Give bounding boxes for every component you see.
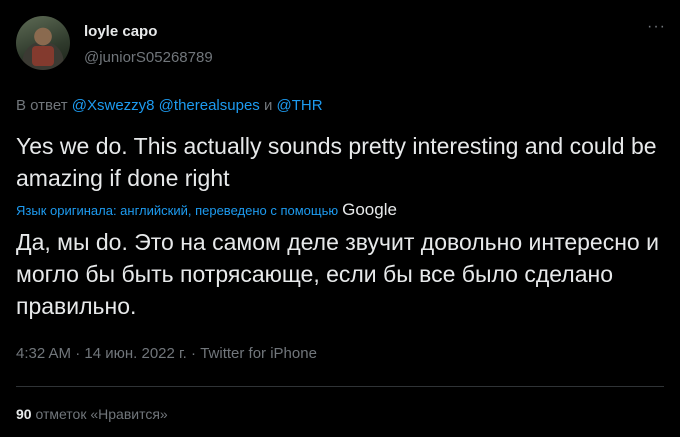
author-handle[interactable]: @juniorS05268789 (84, 49, 213, 66)
mention-link-therealsupes[interactable]: @therealsupes (159, 97, 260, 114)
more-options-icon[interactable]: ··· (647, 19, 666, 35)
translation-note: Язык оригинала: английский, переведено с… (16, 203, 339, 218)
translation-attribution[interactable]: Язык оригинала: английский, переведено с… (16, 200, 397, 220)
mention-link-thr[interactable]: @THR (277, 97, 323, 114)
google-logo: Google (342, 200, 397, 219)
meta-separator: · (191, 345, 197, 362)
mention-link-xswezzy8[interactable]: @Xswezzy8 (72, 97, 155, 114)
likes-label: отметок «Нравится» (35, 406, 168, 422)
tweet-text: Yes we do. This actually sounds pretty i… (16, 133, 657, 191)
author-display-name[interactable]: loyle capo (84, 23, 157, 40)
divider (16, 386, 664, 387)
tweet-date[interactable]: 14 июн. 2022 г. (84, 345, 186, 362)
meta-separator: · (75, 345, 81, 362)
reply-conjunction: и (263, 97, 273, 114)
reply-context: В ответ @Xswezzy8 @therealsupes и @THR (16, 97, 323, 114)
likes-stat[interactable]: 90 отметок «Нравится» (16, 406, 168, 422)
tweet-time[interactable]: 4:32 AM (16, 345, 71, 362)
likes-count: 90 (16, 406, 32, 422)
translated-tweet-text: Да, мы do. Это на самом деле звучит дово… (16, 229, 659, 319)
tweet-source[interactable]: Twitter for iPhone (200, 345, 317, 362)
avatar[interactable] (16, 16, 70, 70)
tweet-metadata: 4:32 AM · 14 июн. 2022 г. · Twitter for … (16, 345, 317, 362)
reply-prefix: В ответ (16, 97, 68, 114)
